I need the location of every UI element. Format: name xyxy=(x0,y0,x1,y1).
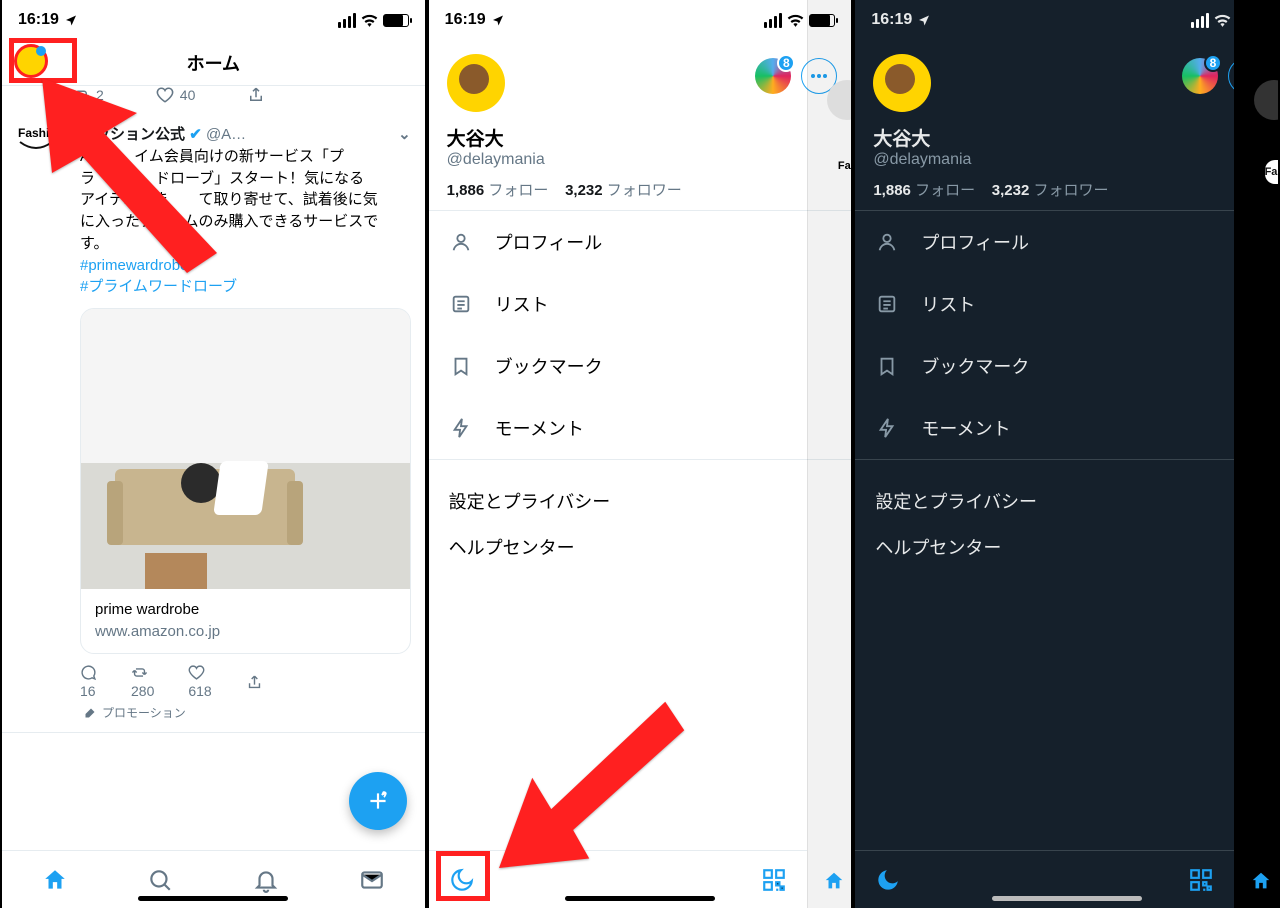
location-icon xyxy=(65,14,77,26)
search-tab[interactable] xyxy=(147,867,173,893)
user-name: 大谷大 xyxy=(873,124,1260,151)
bookmark-icon xyxy=(449,355,473,377)
user-name: 大谷大 xyxy=(447,124,834,151)
status-bar: 16:19 xyxy=(2,0,425,40)
menu-lists[interactable]: リスト xyxy=(429,273,852,335)
menu-profile[interactable]: プロフィール xyxy=(429,211,852,273)
user-handle: @delaymania xyxy=(873,151,1260,169)
wifi-icon xyxy=(1214,14,1231,27)
home-indicator xyxy=(992,896,1142,901)
drawer-secondary: 設定とプライバシー ヘルプセンター xyxy=(855,459,1278,588)
drawer-header: 8 大谷大 @delaymania 1,886 フォロー 3,232 フォロワー xyxy=(855,40,1278,210)
location-icon xyxy=(492,14,504,26)
page-title: ホーム xyxy=(187,50,240,76)
drawer-secondary: 設定とプライバシー ヘルプセンター xyxy=(429,459,852,588)
qr-button[interactable] xyxy=(761,867,787,893)
home-tab-peek xyxy=(823,870,845,892)
menu-profile[interactable]: プロフィール xyxy=(855,211,1278,273)
chevron-down-icon[interactable]: ⌄ xyxy=(398,124,411,146)
promoted-tweet[interactable]: Fashion ァッション公式 ✔ @A… ⌄ A イム会員向けの新サービス「プ… xyxy=(2,114,425,733)
cell-signal-icon xyxy=(338,13,356,28)
hashtag-link[interactable]: #primewardrobe xyxy=(80,255,411,277)
menu-help[interactable]: ヘルプセンター xyxy=(875,524,1258,570)
notifications-tab[interactable] xyxy=(253,867,279,893)
lightning-icon xyxy=(875,417,899,439)
home-header: ホーム xyxy=(2,40,425,86)
cell-signal-icon xyxy=(764,13,782,28)
bookmark-icon xyxy=(875,355,899,377)
verified-icon: ✔ xyxy=(189,126,202,143)
home-tab-peek xyxy=(1250,870,1272,892)
card-title: prime wardrobe xyxy=(95,599,396,621)
share-action[interactable] xyxy=(247,86,265,104)
card-url: www.amazon.co.jp xyxy=(95,621,396,643)
menu-settings[interactable]: 設定とプライバシー xyxy=(449,478,832,524)
menu-bookmarks[interactable]: ブックマーク xyxy=(429,335,852,397)
messages-tab[interactable] xyxy=(359,867,385,893)
promoted-label: プロモーション xyxy=(80,705,411,722)
follow-stats[interactable]: 1,886 フォロー 3,232 フォロワー xyxy=(873,179,1260,200)
user-icon xyxy=(449,231,473,253)
card-image xyxy=(81,309,410,589)
screen-drawer-dark: 16:19 8 大谷大 @delaymania 1,886 フォロー 3,232… xyxy=(853,0,1280,908)
wifi-icon xyxy=(361,14,378,27)
like-action[interactable]: 618 xyxy=(188,664,211,701)
location-icon xyxy=(918,14,930,26)
home-indicator xyxy=(565,896,715,901)
list-icon xyxy=(875,293,899,315)
background-sliver: Fashio xyxy=(1234,0,1278,908)
tweet-text: A イム会員向けの新サービス「プ ラ ドローブ」スタート！気になる アイテムをま… xyxy=(80,146,411,298)
background-sliver: Fashio xyxy=(807,0,851,908)
other-account[interactable]: 8 xyxy=(755,58,791,94)
status-bar: 16:19 xyxy=(855,0,1278,40)
retweet-action[interactable]: 2 xyxy=(72,86,104,104)
wifi-icon xyxy=(787,14,804,27)
menu-moments[interactable]: モーメント xyxy=(855,397,1278,459)
screen-home-light: 16:19 ホーム 2 40 xyxy=(0,0,427,908)
cell-signal-icon xyxy=(1191,13,1209,28)
hashtag-link[interactable]: #プライムワードローブ xyxy=(80,276,411,298)
menu-moments[interactable]: モーメント xyxy=(429,397,852,459)
lightning-icon xyxy=(449,417,473,439)
screen-drawer-light: 16:19 8 大谷大 @delaymania 1,886 フォロー 3,232… xyxy=(427,0,854,908)
avatar[interactable] xyxy=(873,54,931,112)
menu-bookmarks[interactable]: ブックマーク xyxy=(855,335,1278,397)
reply-action[interactable]: 16 xyxy=(80,664,97,701)
like-action[interactable]: 40 xyxy=(156,86,196,104)
link-card[interactable]: prime wardrobe www.amazon.co.jp xyxy=(80,308,411,654)
follow-stats[interactable]: 1,886 フォロー 3,232 フォロワー xyxy=(447,179,834,200)
menu-settings[interactable]: 設定とプライバシー xyxy=(875,478,1258,524)
list-icon xyxy=(449,293,473,315)
night-mode-button[interactable] xyxy=(875,867,901,893)
menu-lists[interactable]: リスト xyxy=(855,273,1278,335)
status-bar: 16:19 xyxy=(429,0,852,40)
other-account[interactable]: 8 xyxy=(1182,58,1218,94)
retweet-action[interactable]: 280 xyxy=(131,664,154,701)
drawer-menu: プロフィール リスト ブックマーク モーメント xyxy=(429,210,852,459)
battery-icon xyxy=(383,14,409,27)
user-icon xyxy=(875,231,899,253)
share-action[interactable] xyxy=(246,674,263,691)
prev-tweet-actions: 2 40 xyxy=(2,86,425,114)
menu-help[interactable]: ヘルプセンター xyxy=(449,524,832,570)
status-time: 16:19 xyxy=(18,11,59,29)
avatar-button[interactable] xyxy=(14,44,48,78)
home-indicator xyxy=(138,896,288,901)
drawer-menu: プロフィール リスト ブックマーク モーメント xyxy=(855,210,1278,459)
compose-button[interactable] xyxy=(349,772,407,830)
tweet-header: ァッション公式 ✔ @A… ⌄ xyxy=(80,124,411,146)
user-handle: @delaymania xyxy=(447,151,834,169)
qr-button[interactable] xyxy=(1188,867,1214,893)
home-tab[interactable] xyxy=(42,867,68,893)
night-mode-button[interactable] xyxy=(449,867,475,893)
drawer-header: 8 大谷大 @delaymania 1,886 フォロー 3,232 フォロワー xyxy=(429,40,852,210)
annotation-arrow xyxy=(499,678,689,868)
tweet-avatar[interactable]: Fashion xyxy=(16,126,66,150)
avatar[interactable] xyxy=(447,54,505,112)
